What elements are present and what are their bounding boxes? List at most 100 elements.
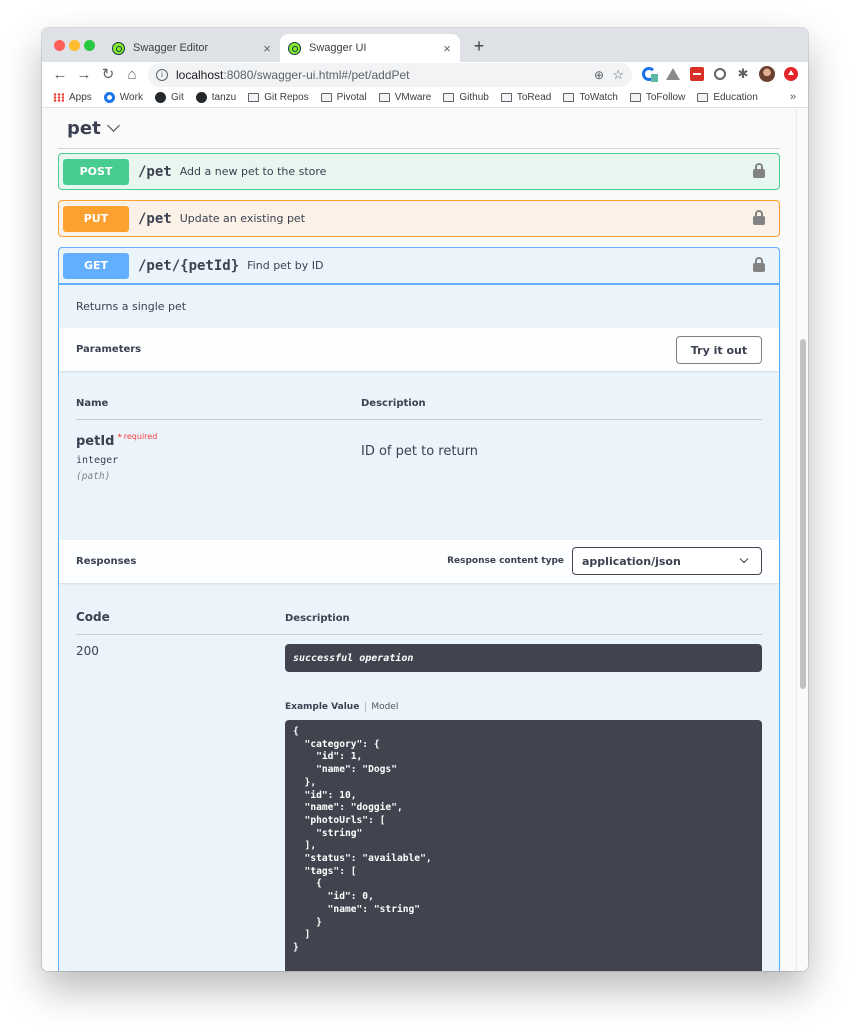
page-scrollbar[interactable] <box>796 109 808 971</box>
scrollbar-thumb[interactable] <box>800 339 806 689</box>
bookmark-git[interactable]: Git <box>154 92 184 103</box>
back-button[interactable]: ← <box>50 65 70 85</box>
close-window-button[interactable] <box>54 40 65 51</box>
site-info-icon[interactable]: i <box>156 69 168 81</box>
bookmarks-overflow-button[interactable]: » <box>790 91 796 103</box>
circle-icon <box>103 92 115 103</box>
tab-model[interactable]: Model <box>366 702 398 712</box>
lock-icon[interactable] <box>753 163 765 179</box>
tab-swagger-editor[interactable]: Swagger Editor × <box>104 34 280 62</box>
bookmark-label: VMware <box>394 92 432 103</box>
bookmark-vmware[interactable]: VMware <box>378 92 432 103</box>
response-content-type: Response content type application/json <box>447 547 762 575</box>
reload-button[interactable]: ↻ <box>98 65 118 85</box>
bookmark-github[interactable]: Github <box>443 92 489 103</box>
operation-summary: Add a new pet to the store <box>179 165 327 178</box>
responses-header: Responses Response content type applicat… <box>59 540 779 583</box>
address-bar[interactable]: i localhost:8080/swagger-ui.html#/pet/ad… <box>148 63 632 87</box>
selected-content-type: application/json <box>582 554 681 568</box>
bookmark-label: ToWatch <box>579 92 618 103</box>
page-viewport: pet POST /pet Add a new pet to the store… <box>42 109 808 971</box>
try-it-out-button[interactable]: Try it out <box>676 336 762 364</box>
responses-table: Code Description 200 successful operatio… <box>59 583 779 971</box>
tag-name: pet <box>67 118 101 139</box>
tab-example-value[interactable]: Example Value <box>285 702 367 712</box>
bookmark-towatch[interactable]: ToWatch <box>563 92 618 103</box>
forward-button[interactable]: → <box>74 65 94 85</box>
folder-icon <box>563 93 575 102</box>
operation-description: Returns a single pet <box>59 284 779 328</box>
puzzle-icon[interactable]: ✱ <box>736 67 750 81</box>
minimize-window-button[interactable] <box>69 40 80 51</box>
chevron-down-icon <box>106 119 120 132</box>
parameter-description: ID of pet to return <box>361 444 479 459</box>
parameter-row: petId * required integer (path) ID of pet … <box>76 420 762 540</box>
operation-summary: Find pet by ID <box>247 259 324 272</box>
lastpass-icon[interactable] <box>690 67 704 81</box>
close-tab-icon[interactable]: × <box>260 41 274 56</box>
bookmark-label: Pivotal <box>336 92 367 103</box>
maximize-window-button[interactable] <box>84 40 95 51</box>
bookmark-work[interactable]: Work <box>103 92 143 103</box>
operation-post-pet[interactable]: POST /pet Add a new pet to the store <box>58 153 780 190</box>
method-badge: POST <box>63 158 129 185</box>
parameters-table: Name Description petId * required integer … <box>59 371 779 540</box>
parameter-type: integer <box>76 455 119 466</box>
response-content-type-select[interactable]: application/json <box>572 547 762 575</box>
swagger-content: pet POST /pet Add a new pet to the store… <box>58 109 780 971</box>
response-content-type-label: Response content type <box>447 556 564 566</box>
github-icon <box>195 92 207 103</box>
parameter-name: petId <box>76 434 115 449</box>
lock-icon[interactable] <box>753 210 765 226</box>
home-button[interactable]: ⌂ <box>122 65 142 85</box>
bookmark-tofollow[interactable]: ToFollow <box>629 92 686 103</box>
bookmark-star-icon[interactable]: ☆ <box>612 67 624 83</box>
bookmark-tanzu[interactable]: tanzu <box>195 92 236 103</box>
tab-swagger-ui[interactable]: Swagger UI × <box>280 34 460 62</box>
example-json: { "category": { "id": 1, "name": "Dogs" … <box>293 726 432 953</box>
bookmark-apps[interactable]: Apps <box>53 92 92 103</box>
drive-icon[interactable] <box>666 68 680 80</box>
circle-extension-icon[interactable] <box>714 68 726 80</box>
bookmark-label: Github <box>459 92 489 103</box>
browser-window: Swagger Editor × Swagger UI × + ← → ↻ ⌂ … <box>42 28 808 971</box>
zoom-icon[interactable]: ⊕ <box>594 68 604 82</box>
responses-table-header: Code Description <box>76 583 762 635</box>
lock-icon[interactable] <box>753 257 765 273</box>
bookmark-git-repos[interactable]: Git Repos <box>248 92 309 103</box>
column-header-name: Name <box>76 398 109 409</box>
folder-icon <box>378 93 390 102</box>
parameter-location: (path) <box>76 471 111 482</box>
new-tab-button[interactable]: + <box>470 36 488 57</box>
bookmark-education[interactable]: Education <box>697 92 758 103</box>
github-icon <box>154 92 166 103</box>
profile-avatar[interactable] <box>759 66 775 82</box>
operation-put-pet[interactable]: PUT /pet Update an existing pet <box>58 200 780 237</box>
bookmark-label: Apps <box>69 92 92 103</box>
operation-get-pet-by-id[interactable]: GET /pet/{petId} Find pet by ID <box>58 247 780 284</box>
tag-section-header[interactable]: pet <box>58 109 780 149</box>
folder-icon <box>320 93 332 102</box>
url-path: :8080/swagger-ui.html#/pet/addPet <box>223 68 410 82</box>
bookmark-pivotal[interactable]: Pivotal <box>320 92 367 103</box>
operation-path: /pet/{petId} <box>138 257 240 274</box>
response-row: 200 successful operation Example Value M… <box>76 635 762 971</box>
responses-title: Responses <box>76 556 137 567</box>
bookmark-label: ToRead <box>516 92 552 103</box>
operation-path: /pet <box>138 210 172 227</box>
parameters-header: Parameters Try it out <box>59 328 779 371</box>
method-badge: PUT <box>63 205 129 232</box>
column-header-description: Description <box>361 398 426 409</box>
example-value-code: { "category": { "id": 1, "name": "Dogs" … <box>285 720 762 971</box>
bookmark-label: Git Repos <box>264 92 309 103</box>
tab-title: Swagger UI <box>309 42 367 54</box>
update-icon[interactable] <box>784 67 798 81</box>
bookmark-label: ToFollow <box>645 92 686 103</box>
tab-strip: Swagger Editor × Swagger UI × + <box>42 28 808 62</box>
bookmark-label: Education <box>713 92 758 103</box>
apps-grid-icon <box>53 93 64 102</box>
close-tab-icon[interactable]: × <box>440 41 454 56</box>
method-badge: GET <box>63 252 129 279</box>
sync-extension-icon[interactable] <box>642 67 658 82</box>
bookmark-toread[interactable]: ToRead <box>500 92 552 103</box>
